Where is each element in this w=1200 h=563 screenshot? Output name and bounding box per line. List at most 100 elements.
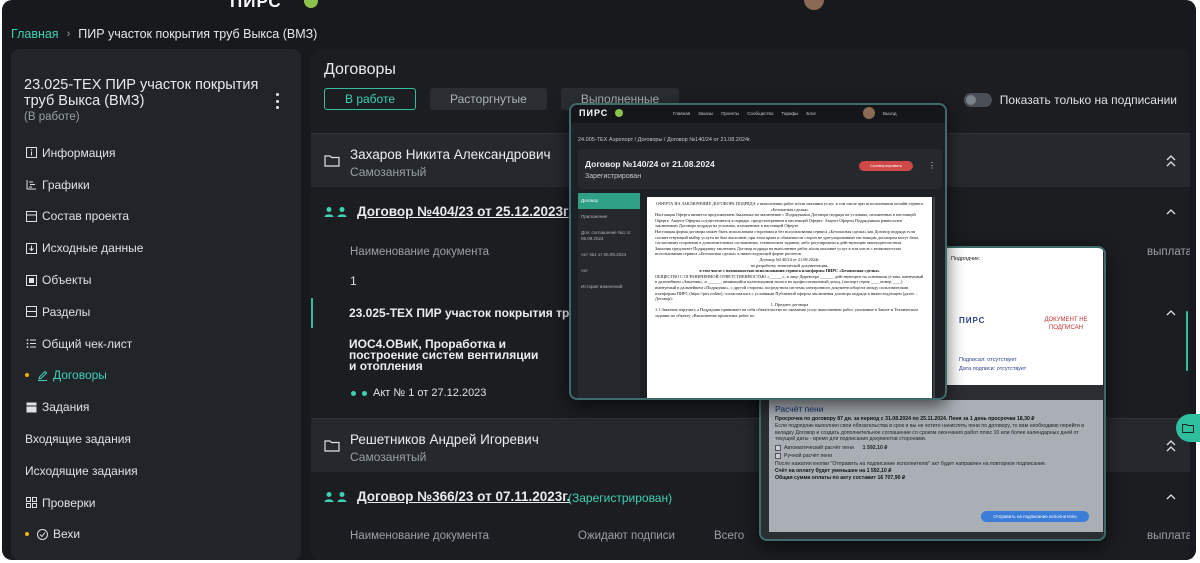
- contract-preview-screenshot: ПИРС Главная Заказы Проекты Сообщество Т…: [569, 103, 947, 400]
- preview-breadcrumb: 24.005-ТЕХ Аэропорт / Договоры / Договор…: [578, 137, 751, 143]
- sidebar-nav: Информация Графики Состав проекта Исходн…: [11, 137, 301, 550]
- side-item[interactable]: Договор: [578, 193, 640, 209]
- total-payment: Общая сумма оплаты по акту составит 16 7…: [775, 474, 906, 481]
- column-header-document: Наименование документа: [350, 246, 489, 258]
- signature-info: Подписал: отсутствует Дата подписи: отсу…: [959, 356, 1026, 374]
- doc-paragraph: 1.1 Заказчик поручает, а Подрядчик прини…: [655, 307, 918, 318]
- column-header-waiting: Ожидают подписи: [578, 530, 675, 542]
- sidebar-item-objects[interactable]: Объекты: [11, 264, 301, 296]
- contract-status: (Зарегистрирован): [568, 491, 673, 505]
- column-header-paid: выплата: [1147, 246, 1190, 258]
- chevron-up-icon[interactable]: [1165, 491, 1177, 503]
- composition-icon: [25, 210, 37, 222]
- sidebar-item-composition[interactable]: Состав проекта: [11, 201, 301, 233]
- doc-paragraph: Настоящая Оферта является предложением З…: [655, 212, 916, 229]
- sidebar-item-source-data[interactable]: Исходные данные: [11, 232, 301, 264]
- manual-penalty-option[interactable]: Ручной расчёт пени: [775, 453, 1097, 460]
- contractor-type: Самозанятый: [350, 450, 427, 464]
- signing-filter: Показать только на подписании: [963, 93, 1177, 107]
- avatar[interactable]: [863, 107, 875, 119]
- contract-link[interactable]: Договор №404/23 от 25.12.2023г: [357, 204, 569, 219]
- invoice-reduced: Счёт на оплату будет уменьшен на 1 592,1…: [775, 467, 892, 474]
- sidebar-item-label: Договоры: [53, 368, 107, 383]
- convert-button[interactable]: Сконвертировать: [859, 161, 913, 171]
- send-for-signing-button[interactable]: Отправить на подписание исполнителю: [981, 511, 1089, 522]
- column-header-total: Всего: [714, 530, 745, 542]
- side-item[interactable]: Приложение: [578, 209, 640, 225]
- more-vertical-icon[interactable]: [273, 93, 281, 109]
- sidebar-item-label: Входящие задания: [25, 432, 131, 447]
- collapse-icon[interactable]: [1165, 155, 1177, 167]
- tab-terminated[interactable]: Расторгнутые: [430, 88, 547, 110]
- sidebar-item-checklist[interactable]: Общий чек-лист: [11, 328, 301, 360]
- tab-in-progress[interactable]: В работе: [324, 88, 417, 110]
- column-header-document: Наименование документа: [350, 530, 489, 542]
- chevron-up-icon[interactable]: [1165, 206, 1177, 218]
- checkbox[interactable]: [775, 445, 781, 452]
- floating-action-button[interactable]: [1176, 414, 1200, 442]
- signing-toggle[interactable]: [963, 93, 992, 107]
- sidebar: 23.025-ТЕХ ПИР участок покрытия труб Вык…: [11, 49, 301, 560]
- doc-paragraph: ОБЩЕСТВО С ОГРАНИЧЕННОЙ ОТВЕТСТВЕННОСТЬЮ…: [655, 273, 924, 302]
- chevron-up-icon[interactable]: [1165, 307, 1177, 319]
- sidebar-item-incoming-tasks[interactable]: Входящие задания: [11, 423, 301, 455]
- manual-penalty-label: Ручной расчёт пени: [784, 453, 833, 460]
- logo-mark: [615, 109, 623, 117]
- signed-by: Подписал: отсутствует: [959, 357, 1017, 363]
- side-item[interactable]: Акт: [578, 263, 640, 279]
- menu-item[interactable]: Проекты: [721, 111, 739, 116]
- contract-status: Зарегистрирован: [585, 173, 642, 180]
- menu-item[interactable]: Тарифы: [781, 111, 798, 116]
- sidebar-item-outgoing-tasks[interactable]: Исходящие задания: [11, 455, 301, 487]
- sidebar-item-label: Информация: [42, 145, 116, 160]
- exit-link[interactable]: Выход: [883, 111, 896, 116]
- contract-side-menu: Договор Приложение Доп. соглашение №1 от…: [578, 193, 640, 398]
- top-strip: ПИРС: [2, 0, 1196, 14]
- side-item[interactable]: История изменений: [578, 279, 640, 295]
- page-title: Договоры: [324, 61, 396, 78]
- act-item[interactable]: Акт № 1 от 27.12.2023: [351, 387, 486, 399]
- side-item[interactable]: Доп. соглашение №1 от 05.09.2024: [578, 225, 640, 247]
- breadcrumb: Главная › ПИР участок покрытия труб Выкс…: [11, 27, 317, 41]
- sidebar-item-label: Объекты: [42, 273, 92, 288]
- breadcrumb-home-link[interactable]: Главная: [11, 27, 59, 41]
- sidebar-item-label: Исходные данные: [42, 241, 144, 256]
- scrollbar[interactable]: [933, 197, 935, 398]
- users-icon: [324, 492, 347, 502]
- menu-item[interactable]: Блог: [806, 111, 816, 116]
- sidebar-item-milestones[interactable]: Вехи: [11, 519, 301, 551]
- sidebar-item-tasks[interactable]: Задания: [11, 391, 301, 423]
- sidebar-item-sections[interactable]: Разделы: [11, 296, 301, 328]
- section-name: 23.025-ТЕХ ПИР участок покрытия труб Вы: [349, 306, 606, 320]
- auto-penalty-option[interactable]: Автоматический расчёт пени 1 592,10 ₽: [775, 445, 1097, 452]
- menu-item[interactable]: Главная: [673, 111, 690, 116]
- breadcrumb-current: ПИР участок покрытия труб Выкса (ВМЗ): [78, 27, 318, 41]
- folder-icon: [324, 440, 340, 452]
- status-dot: [362, 390, 367, 396]
- app-window: ПИРС Главная › ПИР участок покрытия труб…: [2, 0, 1196, 560]
- avatar[interactable]: [804, 0, 824, 10]
- signing-toggle-label: Показать только на подписании: [999, 93, 1177, 107]
- not-signed-stamp: ДОКУМЕНТ НЕ ПОДПИСАН: [1044, 317, 1088, 331]
- sections-icon: [25, 306, 37, 318]
- sidebar-item-label: Задания: [42, 400, 90, 415]
- contract-link[interactable]: Договор №366/23 от 07.11.2023г.: [357, 489, 570, 504]
- pen-icon: [36, 369, 48, 381]
- active-bullet: [25, 373, 29, 378]
- side-item[interactable]: Акт №1 от 06.09.2024: [578, 247, 640, 263]
- preview-logo: ПИРС: [579, 108, 609, 118]
- checkbox[interactable]: [775, 453, 781, 460]
- more-vertical-icon[interactable]: ⋮: [928, 161, 936, 170]
- collapse-icon[interactable]: [1165, 440, 1177, 452]
- check-circle-icon: [36, 528, 48, 540]
- sidebar-item-contracts[interactable]: Договоры: [11, 360, 301, 392]
- sidebar-item-info[interactable]: Информация: [11, 137, 301, 169]
- penalty-note: После нажатия кнопки "Отправить на подпи…: [775, 461, 1047, 468]
- sidebar-item-checks[interactable]: Проверки: [11, 487, 301, 519]
- scrollbar[interactable]: [1186, 311, 1188, 371]
- sidebar-item-label: Исходящие задания: [25, 463, 138, 478]
- menu-item[interactable]: Заказы: [698, 111, 713, 116]
- subsection-name: ИОС4.ОВиК, Проработка и построение систе…: [349, 337, 539, 373]
- menu-item[interactable]: Сообщество: [747, 111, 773, 116]
- sidebar-item-charts[interactable]: Графики: [11, 169, 301, 201]
